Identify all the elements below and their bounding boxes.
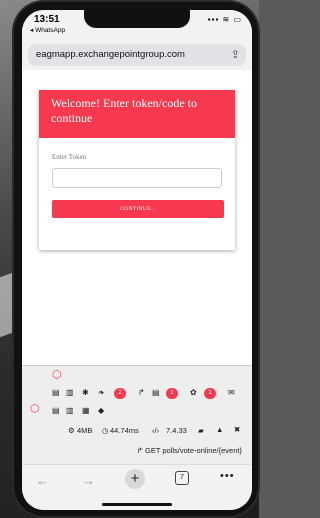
back-to-app-link[interactable]: ◂ WhatsApp <box>30 26 65 34</box>
request-icon[interactable]: ▦ <box>82 406 90 415</box>
share-icon[interactable]: ⇪ <box>231 48 240 61</box>
tag-icon[interactable]: ◆ <box>98 406 104 415</box>
token-card: Welcome! Enter token/code to continue En… <box>39 90 235 250</box>
messages-icon[interactable]: ▤ <box>52 388 60 397</box>
more-options-icon[interactable]: ••• <box>220 470 235 482</box>
timeline-icon[interactable]: ▥ <box>66 388 74 397</box>
folder-icon[interactable]: ▰ <box>198 426 204 435</box>
models-count-badge: 1 <box>204 388 216 399</box>
php-version: 7.4.33 <box>166 426 187 435</box>
exceptions-icon[interactable]: ✱ <box>82 388 89 397</box>
card-title: Welcome! Enter token/code to continue <box>51 96 197 125</box>
page-content: Welcome! Enter token/code to continue En… <box>22 70 252 370</box>
mail-icon[interactable]: ✉ <box>228 388 235 397</box>
token-input[interactable] <box>52 168 222 188</box>
notch <box>84 10 190 28</box>
gate-icon[interactable]: ▤ <box>52 406 60 415</box>
views-count-badge: 2 <box>114 388 126 399</box>
address-bar-container: eagmapp.exchangepointgroup.com ⇪ <box>22 38 252 70</box>
address-bar[interactable]: eagmapp.exchangepointgroup.com ⇪ <box>28 44 246 66</box>
debugbar-row-3: ⚙ 4MB ◷ 44.74ms ‹/› 7.4.33 ▰ ▲ ✖ <box>22 424 252 440</box>
card-header: Welcome! Enter token/code to continue <box>39 90 235 138</box>
laravel-logo-icon[interactable]: ⬡ <box>52 368 62 381</box>
status-bar: 13:51 ◂ WhatsApp ▪▪▪ ≋ ▭ <box>22 10 252 38</box>
models-icon[interactable]: ✿ <box>190 388 197 397</box>
phone-screen: 13:51 ◂ WhatsApp ▪▪▪ ≋ ▭ eagmapp.exchang… <box>22 10 252 510</box>
tab-count-button[interactable]: 7 <box>175 471 189 485</box>
route-text: GET polls/vote-online/{event} <box>144 446 242 455</box>
views-icon[interactable]: ❧ <box>98 388 105 397</box>
clock-icon: ◷ <box>102 426 109 435</box>
back-arrow-icon[interactable]: ← <box>36 473 49 488</box>
debugbar-row-1: ▤ ▥ ✱ ❧ 2 ↱ ▤ 1 ✿ 1 ✉ <box>22 386 252 402</box>
browser-toolbar: ← → + 7 ••• <box>22 464 252 510</box>
status-icons: ▪▪▪ ≋ ▭ <box>207 15 242 24</box>
route-icon[interactable]: ↱ <box>138 388 145 397</box>
session-icon[interactable]: ▥ <box>66 406 74 415</box>
home-indicator <box>102 503 172 506</box>
chevron-up-icon[interactable]: ▲ <box>216 425 223 434</box>
code-icon: ‹/› <box>152 426 160 435</box>
debugbar: ⬡ ▤ ▥ ✱ ❧ 2 ↱ ▤ 1 ✿ 1 ✉ ⬡ ▤ ▥ ▦ ◆ ⚙ 4MB … <box>22 365 252 466</box>
memory-icon: ⚙ <box>68 426 75 435</box>
url-text[interactable]: eagmapp.exchangepointgroup.com <box>36 49 185 60</box>
queries-count-badge: 1 <box>166 388 178 399</box>
continue-button[interactable]: CONTINUE... <box>52 200 224 218</box>
queries-icon[interactable]: ▤ <box>152 388 160 397</box>
close-icon[interactable]: ✖ <box>234 425 240 434</box>
memory-usage: 4MB <box>77 426 93 435</box>
route-arrow-icon: ↱ <box>136 446 143 455</box>
token-label: Enter Token <box>52 153 87 161</box>
request-duration: 44.74ms <box>110 426 139 435</box>
route-info: ↱ GET polls/vote-online/{event} <box>137 446 242 455</box>
status-time: 13:51 <box>34 14 60 25</box>
new-tab-plus-icon[interactable]: + <box>125 469 145 489</box>
debugbar-row-2: ▤ ▥ ▦ ◆ <box>22 404 252 420</box>
forward-arrow-icon[interactable]: → <box>82 473 95 488</box>
